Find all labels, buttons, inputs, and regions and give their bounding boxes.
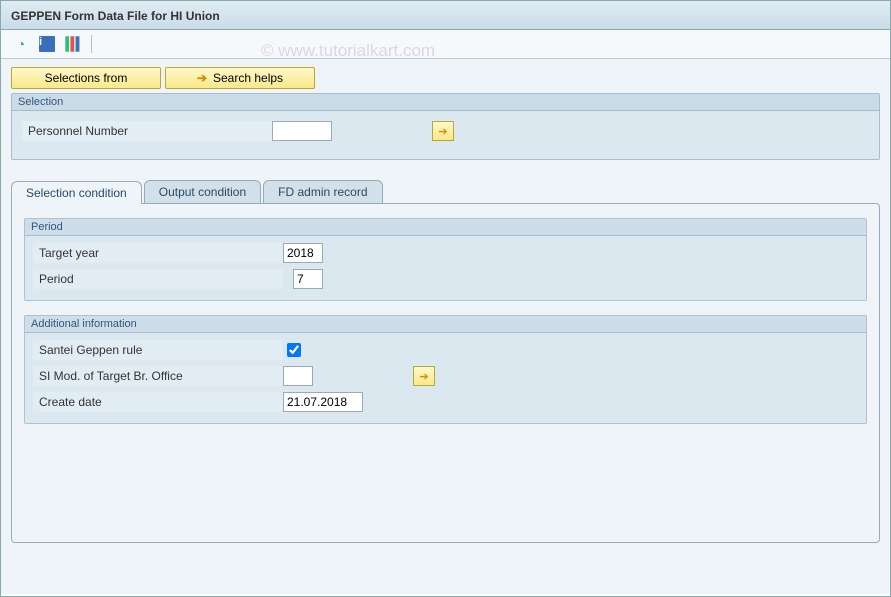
app-toolbar: i bbox=[1, 30, 890, 59]
personnel-number-multi-button[interactable]: ➔ bbox=[432, 121, 454, 141]
period-input[interactable] bbox=[293, 269, 323, 289]
window-title: GEPPEN Form Data File for HI Union bbox=[11, 9, 220, 23]
period-label: Period bbox=[33, 269, 283, 289]
si-mod-label: SI Mod. of Target Br. Office bbox=[33, 366, 283, 386]
period-row: Period bbox=[33, 266, 858, 292]
personnel-number-label: Personnel Number bbox=[22, 121, 272, 141]
personnel-number-input[interactable] bbox=[272, 121, 332, 141]
tab-selection-condition[interactable]: Selection condition bbox=[11, 181, 142, 204]
toolbar-separator bbox=[91, 35, 92, 53]
target-year-label: Target year bbox=[33, 243, 283, 263]
arrow-right-icon: ➔ bbox=[197, 71, 207, 85]
santei-row: Santei Geppen rule bbox=[33, 337, 858, 363]
tab-panel: Period Target year Period Additional inf… bbox=[11, 203, 880, 543]
tabstrip-container: Selection condition Output condition FD … bbox=[11, 180, 880, 543]
period-group-title: Period bbox=[25, 219, 866, 236]
variant-icon[interactable] bbox=[63, 34, 83, 54]
info-icon[interactable]: i bbox=[37, 34, 57, 54]
si-mod-input[interactable] bbox=[283, 366, 313, 386]
create-date-label: Create date bbox=[33, 392, 283, 412]
target-year-row: Target year bbox=[33, 240, 858, 266]
execute-icon[interactable] bbox=[11, 34, 31, 54]
tab-output-condition[interactable]: Output condition bbox=[144, 180, 261, 203]
additional-info-groupbox: Additional information Santei Geppen rul… bbox=[24, 315, 867, 424]
selections-from-button[interactable]: Selections from bbox=[11, 67, 161, 89]
arrow-right-icon: ➔ bbox=[419, 370, 428, 383]
selection-group-title: Selection bbox=[12, 94, 879, 111]
selections-from-label: Selections from bbox=[45, 71, 128, 85]
additional-info-group-title: Additional information bbox=[25, 316, 866, 333]
arrow-right-icon: ➔ bbox=[438, 125, 447, 138]
santei-label: Santei Geppen rule bbox=[33, 340, 283, 360]
create-date-input[interactable] bbox=[283, 392, 363, 412]
santei-checkbox[interactable] bbox=[287, 343, 301, 357]
search-helps-button[interactable]: ➔ Search helps bbox=[165, 67, 315, 89]
search-helps-label: Search helps bbox=[213, 71, 283, 85]
window-title-bar: GEPPEN Form Data File for HI Union bbox=[1, 1, 890, 30]
button-row: Selections from ➔ Search helps bbox=[11, 67, 880, 89]
content-area: Selections from ➔ Search helps Selection… bbox=[1, 59, 890, 594]
si-mod-multi-button[interactable]: ➔ bbox=[413, 366, 435, 386]
create-date-row: Create date bbox=[33, 389, 858, 415]
target-year-input[interactable] bbox=[283, 243, 323, 263]
si-mod-row: SI Mod. of Target Br. Office ➔ bbox=[33, 363, 858, 389]
selection-groupbox: Selection Personnel Number ➔ bbox=[11, 93, 880, 160]
personnel-number-row: Personnel Number ➔ bbox=[22, 119, 869, 143]
tabstrip: Selection condition Output condition FD … bbox=[11, 180, 880, 203]
tab-fd-admin-record[interactable]: FD admin record bbox=[263, 180, 382, 203]
period-groupbox: Period Target year Period bbox=[24, 218, 867, 301]
